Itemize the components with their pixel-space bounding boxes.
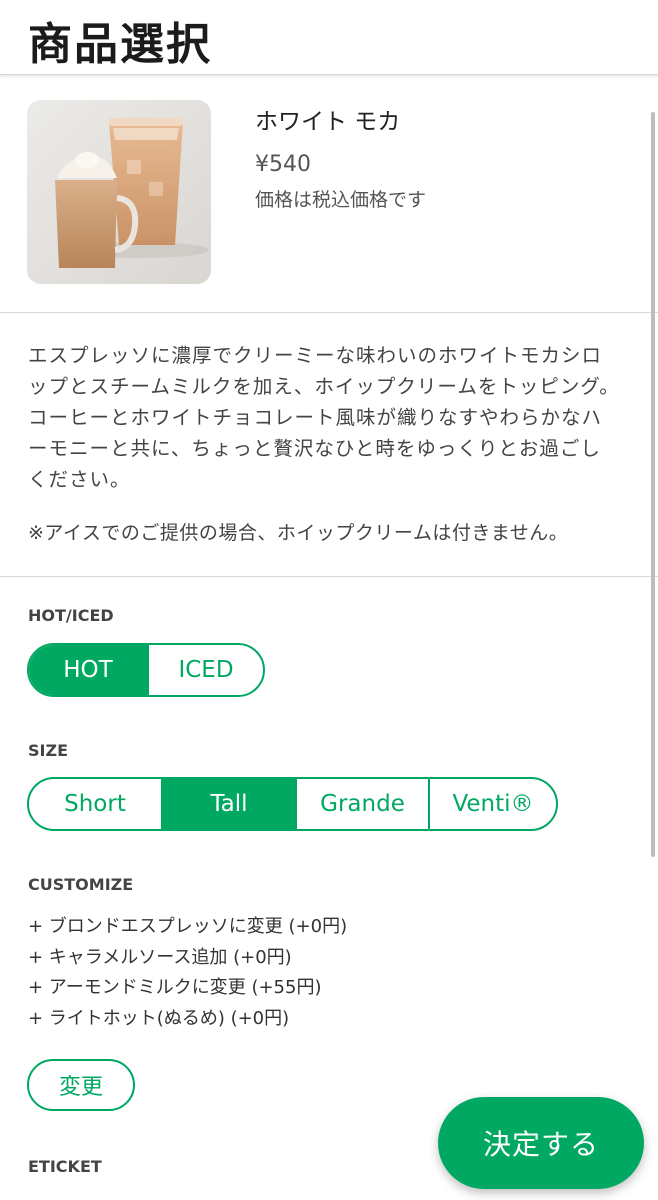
hot-option[interactable]: HOT xyxy=(29,645,147,695)
scrollbar[interactable] xyxy=(651,112,655,857)
size-grande-option[interactable]: Grande xyxy=(295,779,428,829)
list-item: + アーモンドミルクに変更 (+55円) xyxy=(28,977,322,998)
iced-option[interactable]: ICED xyxy=(147,645,263,695)
decide-button[interactable]: 決定する xyxy=(438,1097,644,1189)
hot-iced-label: HOT/ICED xyxy=(28,606,114,625)
app-header: 商品選択 xyxy=(0,0,658,75)
list-item: + ブロンドエスプレッソに変更 (+0円) xyxy=(28,916,348,937)
size-tall-option[interactable]: Tall xyxy=(161,779,295,829)
size-venti-option[interactable]: Venti® xyxy=(428,779,556,829)
page-title: 商品選択 xyxy=(28,19,212,70)
change-customize-button[interactable]: 変更 xyxy=(27,1059,135,1111)
product-price: ¥540 xyxy=(255,152,311,177)
divider xyxy=(0,576,658,577)
customize-label: CUSTOMIZE xyxy=(28,875,134,894)
white-mocha-drinks-image xyxy=(27,100,211,284)
customize-list: + ブロンドエスプレッソに変更 (+0円) + キャラメルソース追加 (+0円)… xyxy=(28,912,347,1034)
product-image xyxy=(27,100,211,284)
divider xyxy=(0,312,658,313)
size-label: SIZE xyxy=(28,741,69,760)
product-description: エスプレッソに濃厚でクリーミーな味わいのホワイトモカシロップとスチームミルクを加… xyxy=(28,344,620,491)
size-short-option[interactable]: Short xyxy=(29,779,161,829)
list-item: + キャラメルソース追加 (+0円) xyxy=(28,946,292,968)
product-name: ホワイト モカ xyxy=(255,109,401,135)
list-item: + ライトホット(ぬるめ) (+0円) xyxy=(28,1007,290,1029)
size-selector: Short Tall Grande Venti® xyxy=(27,777,558,831)
tax-note: 価格は税込価格です xyxy=(255,189,427,211)
iced-notice: ※アイスでのご提供の場合、ホイップクリームは付きません。 xyxy=(28,522,569,544)
hot-iced-selector: HOT ICED xyxy=(27,643,265,697)
eticket-label: ETICKET xyxy=(28,1157,102,1176)
